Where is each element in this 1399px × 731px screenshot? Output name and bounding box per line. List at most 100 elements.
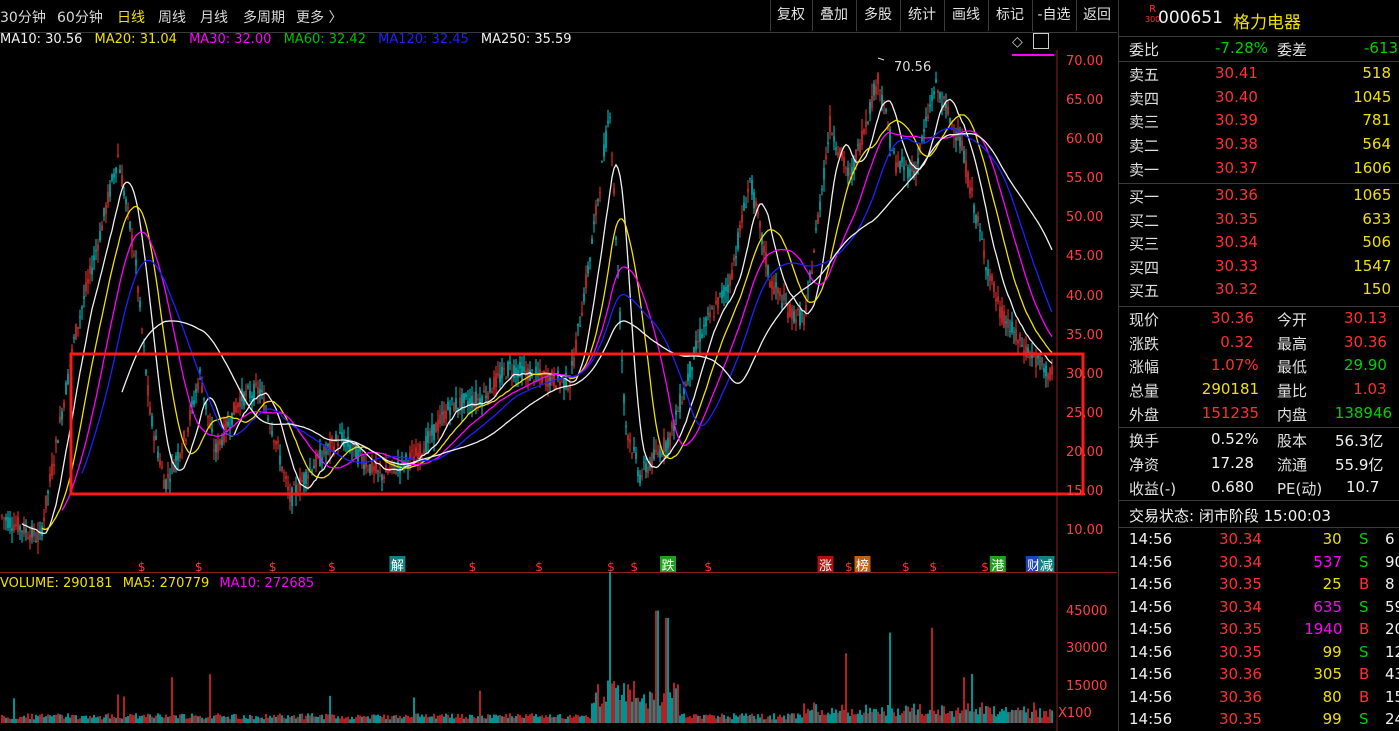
volume-bar	[697, 715, 699, 723]
period-daily[interactable]: 日线	[117, 7, 145, 27]
candle-body	[81, 306, 83, 309]
stats-button[interactable]: 统计	[900, 0, 943, 31]
sell-level-volume: 564	[1362, 135, 1392, 154]
volume-bar	[69, 717, 71, 723]
overlay-button[interactable]: 叠加	[812, 0, 855, 31]
candle-body	[173, 466, 175, 473]
volume-bar	[445, 713, 447, 723]
buy-level-label: 买三	[1129, 235, 1160, 253]
candle-body	[47, 490, 49, 494]
panel-toggle-icon[interactable]	[1033, 33, 1049, 49]
event-marker-label: 财	[1027, 559, 1040, 572]
volume-bar	[85, 715, 87, 723]
volume-bar	[977, 714, 979, 723]
event-marker[interactable]: $	[902, 560, 910, 572]
candle-body	[755, 201, 757, 207]
volume-bar	[969, 711, 971, 723]
tick-time: 14:56	[1129, 597, 1173, 616]
event-marker[interactable]: $	[269, 560, 277, 572]
event-marker[interactable]: $	[930, 560, 938, 572]
volume-bar	[361, 716, 363, 723]
volume-bar	[155, 715, 157, 723]
volume-chart[interactable]	[0, 572, 1117, 731]
mark-button[interactable]: 标记	[988, 0, 1031, 31]
volume-bar	[651, 692, 653, 723]
period-monthly[interactable]: 月线	[200, 7, 228, 27]
volume-bar	[403, 716, 405, 723]
volume-bar	[957, 707, 959, 723]
event-marker[interactable]: $	[535, 560, 543, 572]
event-marker[interactable]: $	[981, 560, 989, 572]
volume-bar	[747, 716, 749, 723]
volume-bar	[151, 716, 153, 723]
candle-body	[151, 415, 153, 427]
volume-bar	[303, 719, 305, 723]
candle-body	[707, 313, 709, 315]
multi-stock-button[interactable]: 多股	[856, 0, 899, 31]
candle-body	[819, 201, 821, 210]
volume-bar	[925, 714, 927, 723]
volume-bar	[509, 713, 511, 723]
event-markers: $ $ $ $ 解 $ $ $ $ 跌 $ 涨 $ 榜 $ $ $ 港财减	[138, 556, 1055, 572]
candle-body	[169, 478, 171, 482]
candle-body	[705, 317, 707, 327]
ma250-value: MA250: 35.59	[480, 32, 572, 47]
volume-bar	[9, 718, 11, 723]
volume-bar	[907, 706, 909, 723]
period-multi[interactable]: 多周期	[243, 7, 285, 27]
event-marker[interactable]: $	[195, 560, 203, 572]
period-30min[interactable]: 30分钟	[0, 7, 46, 27]
divider	[1119, 183, 1399, 184]
volume-bar	[695, 714, 697, 723]
volume-bar	[947, 712, 949, 723]
volume-bar	[819, 714, 821, 723]
remove-watchlist-button[interactable]: -自选	[1032, 0, 1075, 31]
candle-body	[1, 515, 3, 517]
candle-body	[17, 516, 19, 533]
volume-bar	[277, 715, 279, 723]
event-marker[interactable]: $	[630, 560, 638, 572]
candle-body	[497, 373, 499, 376]
volume-bar	[531, 713, 533, 723]
period-more[interactable]: 更多 〉	[296, 7, 342, 27]
candle-body	[1043, 368, 1045, 373]
event-marker[interactable]: $	[469, 560, 477, 572]
volume-bar	[157, 713, 159, 723]
volume-bar	[885, 715, 887, 723]
candle-body	[931, 95, 933, 101]
candle-body	[899, 160, 901, 170]
candle-body	[599, 191, 601, 193]
price-tick: 20.00	[1066, 444, 1104, 460]
tick-volume: 537	[1313, 552, 1343, 571]
volume-bar	[357, 714, 359, 723]
event-marker[interactable]: $	[328, 560, 336, 572]
event-marker[interactable]: $	[704, 560, 712, 572]
candle-body	[757, 212, 759, 214]
adjust-button[interactable]: 复权	[770, 0, 811, 31]
event-marker[interactable]: $	[607, 560, 615, 572]
candle-body	[613, 188, 615, 194]
stock-name[interactable]: 格力电器	[1233, 8, 1301, 33]
tick-count: 12	[1385, 642, 1399, 661]
event-marker[interactable]: $	[845, 560, 853, 572]
event-marker[interactable]: $	[138, 560, 146, 572]
volume-bar	[665, 617, 667, 723]
volume-bar	[593, 702, 595, 723]
volume-bar	[629, 689, 631, 723]
candle-body	[595, 204, 597, 216]
volume-bar	[619, 700, 621, 723]
price-chart[interactable]: 70.56 $ $ $ $ 解 $ $ $ $ 跌 $ 涨 $ 榜 $ $ $ 港财减	[0, 50, 1117, 572]
volume-bar	[363, 715, 365, 723]
candle-body	[485, 396, 487, 398]
volume-bar	[37, 716, 39, 723]
period-60min[interactable]: 60分钟	[57, 7, 103, 27]
diamond-icon[interactable]: ◇	[1012, 34, 1023, 50]
volume-bar	[809, 710, 811, 723]
period-weekly[interactable]: 周线	[158, 7, 186, 27]
candle-body	[663, 437, 665, 453]
draw-button[interactable]: 画线	[944, 0, 987, 31]
back-button[interactable]: 返回	[1076, 0, 1117, 31]
tick-price: 30.35	[1219, 620, 1262, 638]
candle-body	[927, 115, 929, 119]
candle-body	[163, 479, 165, 489]
